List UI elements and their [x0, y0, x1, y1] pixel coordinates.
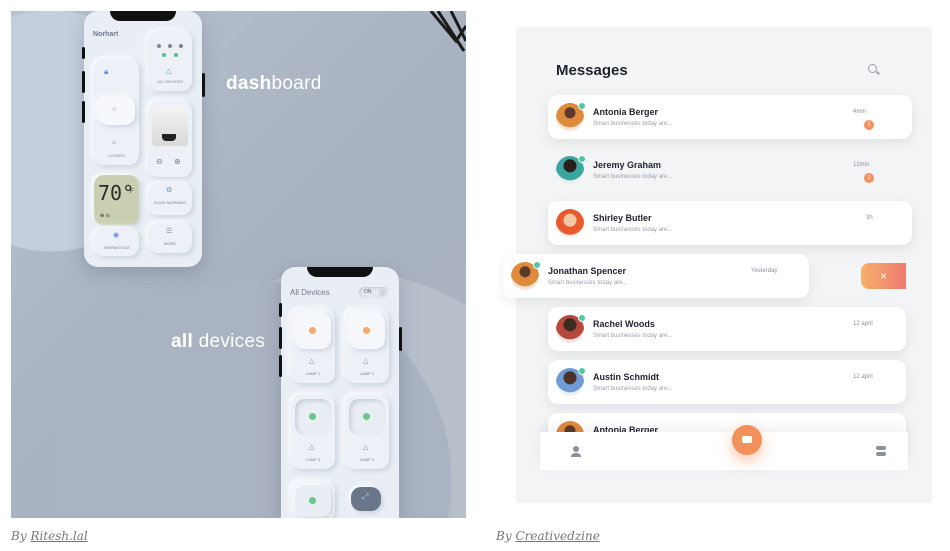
lamp-icon: △ [363, 444, 369, 451]
dashboard-heading: dashboard [226, 73, 322, 94]
gear-icon: ⚙ [166, 187, 173, 194]
unlock-icon: ○ [112, 106, 117, 113]
unread-badge: 1 [864, 173, 874, 183]
message-row[interactable]: Austin Schmidt Smart businesses today ar… [548, 360, 906, 404]
right-caption: By Creativedzine [496, 529, 600, 543]
thermostat-display: 70° F ⊕ ⊙ [94, 175, 139, 225]
plant-decoration [429, 11, 466, 52]
dashboard-phone: Norhart 🔒︎ ○ ⌂ LOCKED △ ALL DEVICES ⊖ ⊕ … [84, 11, 202, 267]
lock-toggle[interactable]: ○ [98, 97, 135, 125]
home-icon: ⌂ [112, 139, 117, 146]
master-toggle[interactable]: ON [359, 287, 389, 298]
message-row[interactable]: Antonia Berger Smart businesses today ar… [548, 95, 912, 139]
temperature-value: 70° [98, 181, 135, 205]
left-caption: By Ritesh.lal [11, 529, 88, 543]
expand-icon: ⤢ [362, 492, 369, 501]
bottom-nav [540, 432, 908, 470]
all-devices-tile[interactable]: △ ALL DEVICES [148, 31, 192, 91]
sliders-icon: ☰ [166, 228, 173, 235]
lamp-1-tile[interactable]: △ LAMP 1 [291, 309, 335, 383]
camera-preview [152, 106, 188, 146]
messages-title: Messages [556, 62, 628, 79]
all-devices-heading: all devices [171, 331, 266, 352]
message-row[interactable]: Rachel Woods Smart businesses today are.… [548, 307, 906, 351]
all-devices-title: All Devices [290, 288, 330, 297]
lamp-icon: △ [309, 358, 315, 365]
lamp-3-tile[interactable]: △ LAMP 3 [291, 395, 335, 469]
locked-label: LOCKED [108, 153, 125, 158]
target-icon: ◉ [113, 232, 120, 239]
lamp-5-tile[interactable] [291, 481, 335, 518]
home-title: Norhart [93, 31, 119, 38]
phone-notch-2 [307, 267, 373, 277]
phone-notch [110, 11, 176, 21]
chat-icon [742, 436, 752, 443]
all-devices-phone: All Devices ON △ LAMP 1 △ LAMP 2 △ LAMP … [281, 267, 399, 518]
good-morning-tile[interactable]: ⚙ GOOD MORNING [148, 183, 192, 215]
compose-button[interactable] [732, 425, 762, 455]
lock-icon: 🔒︎ [104, 67, 109, 76]
avatar [556, 209, 584, 237]
lamp-2-tile[interactable]: △ LAMP 2 [345, 309, 389, 383]
temperature-unit: F [130, 189, 134, 195]
cup-image [162, 134, 176, 141]
more-tile[interactable]: ☰ MORE [148, 223, 192, 253]
all-devices-label: ALL DEVICES [157, 79, 183, 84]
author-link[interactable]: Ritesh.lal [30, 529, 87, 543]
lamp-icon: △ [309, 444, 315, 451]
unread-badge: 1 [864, 120, 874, 130]
profile-icon[interactable] [573, 446, 579, 452]
thermostat-label: THERMOSTAT [103, 245, 130, 250]
message-row[interactable]: Shirley Butler Smart businesses today ar… [548, 201, 912, 245]
thermostat-tile[interactable]: ◉ THERMOSTAT [94, 228, 139, 256]
zoom-in-icon[interactable]: ⊕ [174, 157, 181, 166]
bell-icon: △ [166, 68, 172, 75]
zoom-out-icon[interactable]: ⊖ [156, 157, 163, 166]
message-row[interactable]: Jeremy Graham Smart businesses today are… [548, 148, 912, 192]
more-label: MORE [164, 241, 176, 246]
settings-icon[interactable] [876, 446, 886, 450]
lamp-4-tile[interactable]: △ LAMP 4 [345, 395, 389, 469]
lamp-icon: △ [363, 358, 369, 365]
camera-tile[interactable]: ⊖ ⊕ [148, 101, 192, 177]
left-screenshot: dashboard all devices Norhart 🔒︎ ○ ⌂ LOC… [11, 11, 466, 518]
delete-button[interactable]: × [861, 263, 906, 289]
good-morning-label: GOOD MORNING [153, 200, 187, 205]
author-link[interactable]: Creativedzine [515, 529, 599, 543]
close-icon: × [879, 269, 887, 283]
message-row-swiped[interactable]: Jonathan Spencer Smart businesses today … [503, 254, 809, 298]
add-device-tile[interactable]: ⤢ [351, 487, 381, 511]
locked-tile[interactable]: 🔒︎ ○ ⌂ LOCKED [94, 59, 139, 165]
